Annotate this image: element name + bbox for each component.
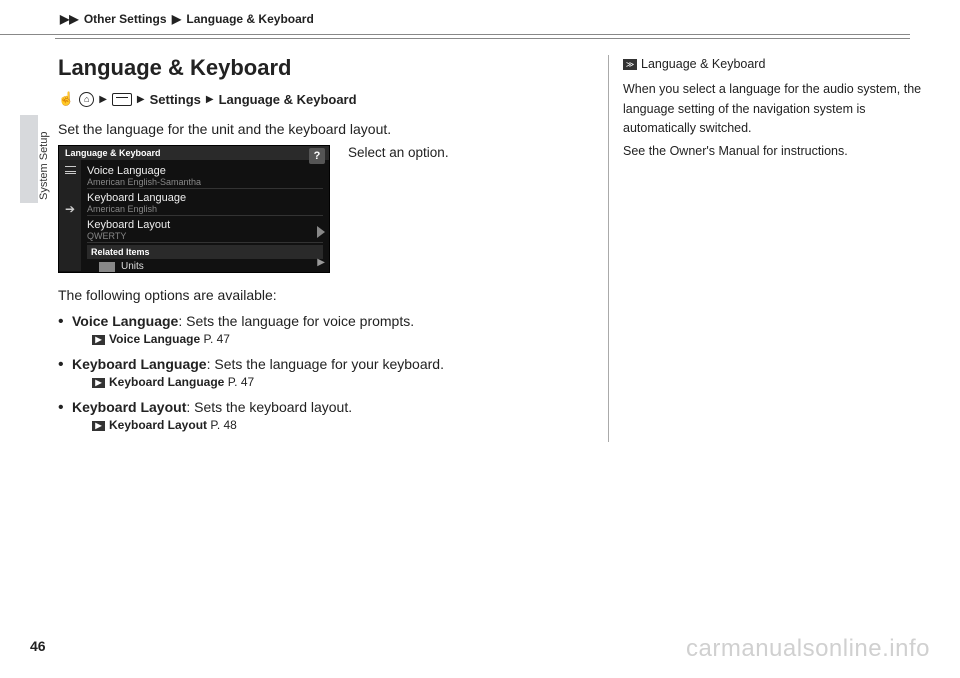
ss-units: Units <box>87 259 323 274</box>
ss-item: Keyboard Language American English <box>87 189 323 216</box>
option-keyboard-language: Keyboard Language: Sets the language for… <box>58 356 588 389</box>
side-note-header: ≫ Language & Keyboard <box>623 55 928 74</box>
menu-icon <box>65 166 76 174</box>
ruler-icon <box>99 262 115 272</box>
ss-item: Voice Language American English-Samantha <box>87 162 323 189</box>
arrow-icon: ▶ <box>99 94 107 105</box>
arrow-icon: ▶ <box>172 12 181 26</box>
options-intro: The following options are available: <box>58 287 588 303</box>
ss-header-label: Language & Keyboard <box>65 148 161 158</box>
selector-arrow-icon <box>317 226 325 238</box>
option-keyboard-layout: Keyboard Layout: Sets the keyboard layou… <box>58 399 588 432</box>
help-icon: ? <box>309 148 325 164</box>
nav-path: ☝ ⌂ ▶ ▶ Settings ▶ Language & Keyboard <box>58 91 588 107</box>
section-tab <box>20 115 38 203</box>
side-note-paragraph: When you select a language for the audio… <box>623 80 928 138</box>
right-arrow-icon: ▶ <box>317 257 325 268</box>
crossref: ▶Keyboard Language P. 47 <box>72 375 588 389</box>
section-tab-label: System Setup <box>38 132 50 200</box>
nav-settings: Settings <box>150 92 201 107</box>
arrow-icon: ▶ <box>206 94 214 105</box>
crossref: ▶Keyboard Layout P. 48 <box>72 418 588 432</box>
home-icon: ⌂ <box>79 92 94 107</box>
crossref: ▶Voice Language P. 47 <box>72 332 588 346</box>
menu-icon <box>112 93 132 106</box>
ss-related-header: Related Items <box>87 245 323 259</box>
instruction: Select an option. <box>348 145 449 273</box>
main-column: Language & Keyboard ☝ ⌂ ▶ ▶ Settings ▶ L… <box>58 55 588 442</box>
nav-page: Language & Keyboard <box>219 92 357 107</box>
arrow-icon: ▶▶ <box>60 12 78 26</box>
link-icon: ▶ <box>92 335 105 345</box>
hand-icon: ☝ <box>58 91 74 107</box>
down-arrow-icon: ➔ <box>65 202 75 216</box>
option-voice: Voice Language: Sets the language for vo… <box>58 313 588 346</box>
side-note-column: ≫ Language & Keyboard When you select a … <box>608 55 928 442</box>
page-title: Language & Keyboard <box>58 55 588 81</box>
device-screenshot: Language & Keyboard ? ➔ Voice Language A… <box>58 145 330 273</box>
side-note-paragraph: See the Owner's Manual for instructions. <box>623 142 928 161</box>
note-icon: ≫ <box>623 59 637 70</box>
intro-text: Set the language for the unit and the ke… <box>58 121 588 137</box>
breadcrumb: ▶▶ Other Settings ▶ Language & Keyboard <box>0 0 910 35</box>
link-icon: ▶ <box>92 421 105 431</box>
link-icon: ▶ <box>92 378 105 388</box>
breadcrumb-item: Other Settings <box>84 12 167 26</box>
arrow-icon: ▶ <box>137 94 145 105</box>
page-number: 46 <box>30 638 46 654</box>
ss-item: Keyboard Layout QWERTY <box>87 216 323 243</box>
breadcrumb-item: Language & Keyboard <box>186 12 313 26</box>
watermark: carmanualsonline.info <box>686 635 930 663</box>
